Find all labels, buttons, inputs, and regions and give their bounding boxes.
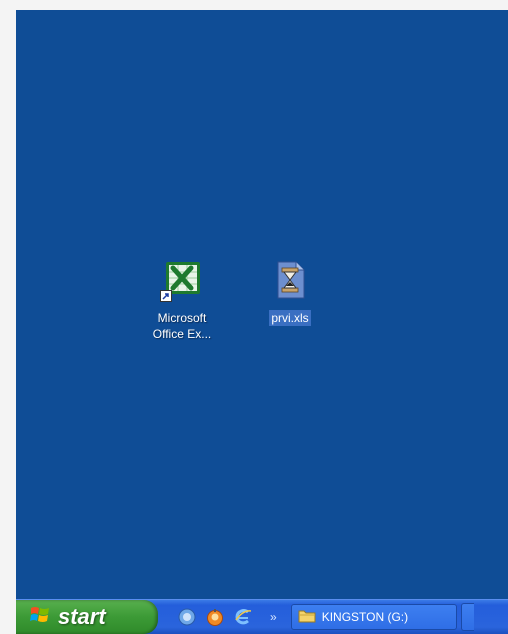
- desktop-icon-prvi-xls[interactable]: prvi.xls: [244, 258, 336, 326]
- taskbar: start » KINGSTON (G:): [16, 599, 508, 634]
- quick-launch-bar: »: [178, 608, 287, 626]
- desktop-icon-excel-shortcut[interactable]: Microsoft Office Ex...: [136, 258, 228, 342]
- ie-icon[interactable]: [178, 608, 196, 626]
- windows-logo-icon: [30, 605, 50, 630]
- desktop-screen: Microsoft Office Ex... prvi.xls start » …: [16, 10, 508, 634]
- quick-launch-overflow-chevron[interactable]: »: [270, 610, 277, 624]
- desktop-icon-label: Microsoft Office Ex...: [152, 311, 212, 341]
- shortcut-arrow-icon: [160, 290, 172, 302]
- taskbar-button-label: KINGSTON (G:): [321, 610, 409, 624]
- internet-explorer-icon[interactable]: [234, 608, 252, 626]
- start-label: start: [58, 604, 106, 629]
- excel-shortcut-icon: [160, 258, 204, 302]
- desktop-icon-label: prvi.xls: [269, 310, 311, 326]
- excel-file-hourglass-icon: [268, 258, 312, 302]
- start-button[interactable]: start: [16, 600, 158, 634]
- folder-icon: [298, 609, 316, 626]
- firefox-icon[interactable]: [206, 608, 224, 626]
- taskbar-button-partial[interactable]: [460, 603, 474, 631]
- taskbar-button-kingston[interactable]: KINGSTON (G:): [290, 604, 457, 630]
